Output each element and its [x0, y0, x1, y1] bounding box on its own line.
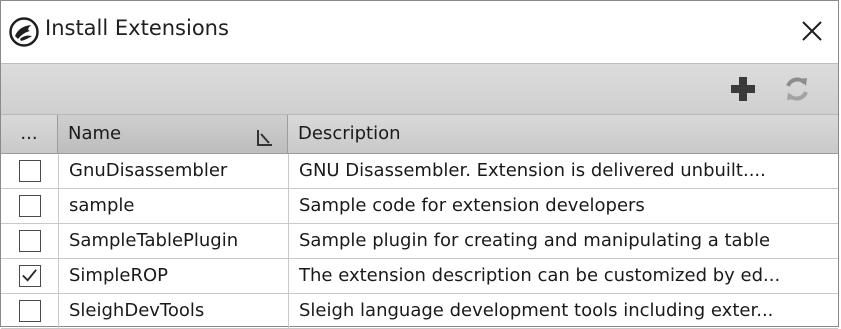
extension-description: Sleigh language development tools includ…	[288, 294, 839, 328]
table-header: ... Name Description	[1, 115, 838, 154]
column-header-description[interactable]: Description	[288, 115, 839, 153]
extension-description: Sample code for extension developers	[288, 189, 839, 223]
plus-icon[interactable]	[728, 74, 758, 104]
table-row[interactable]: SimpleROP The extension description can …	[1, 259, 838, 294]
extension-name: sample	[58, 189, 288, 223]
ghidra-dragon-icon	[9, 17, 39, 47]
checkmark-icon	[21, 269, 37, 282]
column-header-select[interactable]: ...	[1, 115, 58, 153]
extension-description: The extension description can be customi…	[288, 259, 839, 293]
extension-checkbox[interactable]	[18, 230, 41, 252]
table-row[interactable]: SampleTablePlugin Sample plugin for crea…	[1, 224, 838, 259]
extension-checkbox[interactable]	[18, 300, 41, 322]
sort-ascending-icon	[255, 124, 275, 146]
table-row[interactable]: SleighDevTools Sleigh language developme…	[1, 294, 838, 329]
extension-checkbox[interactable]	[18, 265, 41, 287]
extension-name: SimpleROP	[58, 259, 288, 293]
extension-name: SampleTablePlugin	[58, 224, 288, 258]
title-bar: Install Extensions	[1, 1, 838, 64]
extension-name: SleighDevTools	[58, 294, 288, 328]
table-row[interactable]: GnuDisassembler GNU Disassembler. Extens…	[1, 154, 838, 189]
extension-description: GNU Disassembler. Extension is delivered…	[288, 154, 839, 188]
column-header-name[interactable]: Name	[58, 115, 288, 153]
toolbar	[1, 64, 838, 115]
extension-description: Sample plugin for creating and manipulat…	[288, 224, 839, 258]
extensions-table: ... Name Description GnuDisassembler GNU…	[1, 115, 838, 329]
refresh-icon[interactable]	[782, 74, 812, 104]
extension-checkbox[interactable]	[18, 160, 41, 182]
column-header-name-label: Name	[68, 123, 122, 144]
table-row[interactable]: sample Sample code for extension develop…	[1, 189, 838, 224]
dialog-title: Install Extensions	[45, 16, 229, 40]
close-icon[interactable]	[796, 15, 828, 47]
extension-checkbox[interactable]	[18, 195, 41, 217]
install-extensions-dialog: Install Extensions ... Name Description …	[0, 0, 839, 329]
extension-name: GnuDisassembler	[58, 154, 288, 188]
